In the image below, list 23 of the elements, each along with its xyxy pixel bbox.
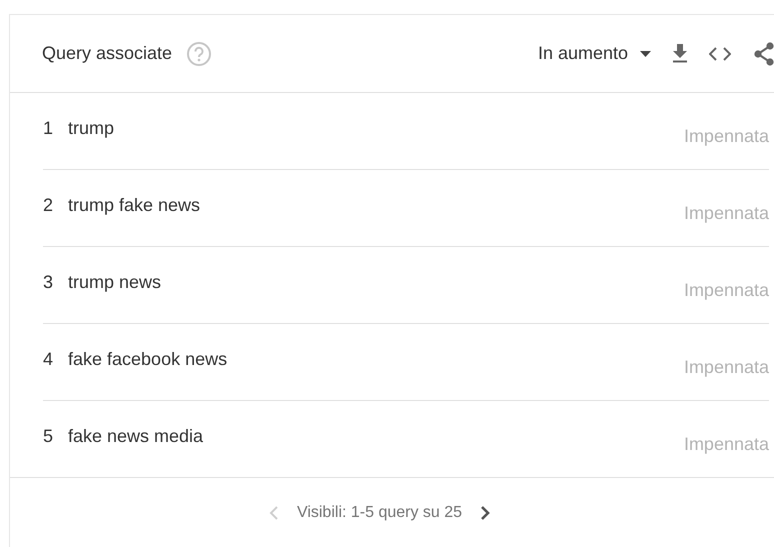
card-title: Query associate — [42, 43, 172, 64]
rank-number: 4 — [43, 348, 54, 370]
sort-dropdown[interactable]: In aumento — [538, 43, 651, 64]
share-icon[interactable] — [753, 42, 774, 66]
query-text[interactable]: trump news — [68, 272, 162, 292]
caret-icon — [640, 50, 651, 56]
value-text: Impennata — [684, 202, 769, 224]
pagination-label: Visibili: 1-5 query su 25 — [296, 504, 462, 522]
next-page-button[interactable] — [480, 505, 490, 521]
query-text[interactable]: fake facebook news — [68, 348, 228, 370]
download-icon[interactable] — [673, 44, 687, 63]
value-text: Impennata — [684, 434, 769, 454]
query-text[interactable]: fake news media — [68, 426, 204, 446]
value-text: Impennata — [684, 280, 769, 300]
embed-icon[interactable] — [709, 46, 731, 60]
rank-number: 3 — [43, 272, 54, 292]
query-text[interactable]: trump — [68, 118, 114, 138]
value-text: Impennata — [684, 126, 769, 146]
query-text[interactable]: trump fake news — [68, 194, 200, 216]
rank-number: 5 — [43, 426, 54, 446]
value-text: Impennata — [684, 356, 769, 378]
rank-number: 2 — [43, 194, 54, 216]
rank-number: 1 — [43, 118, 54, 138]
